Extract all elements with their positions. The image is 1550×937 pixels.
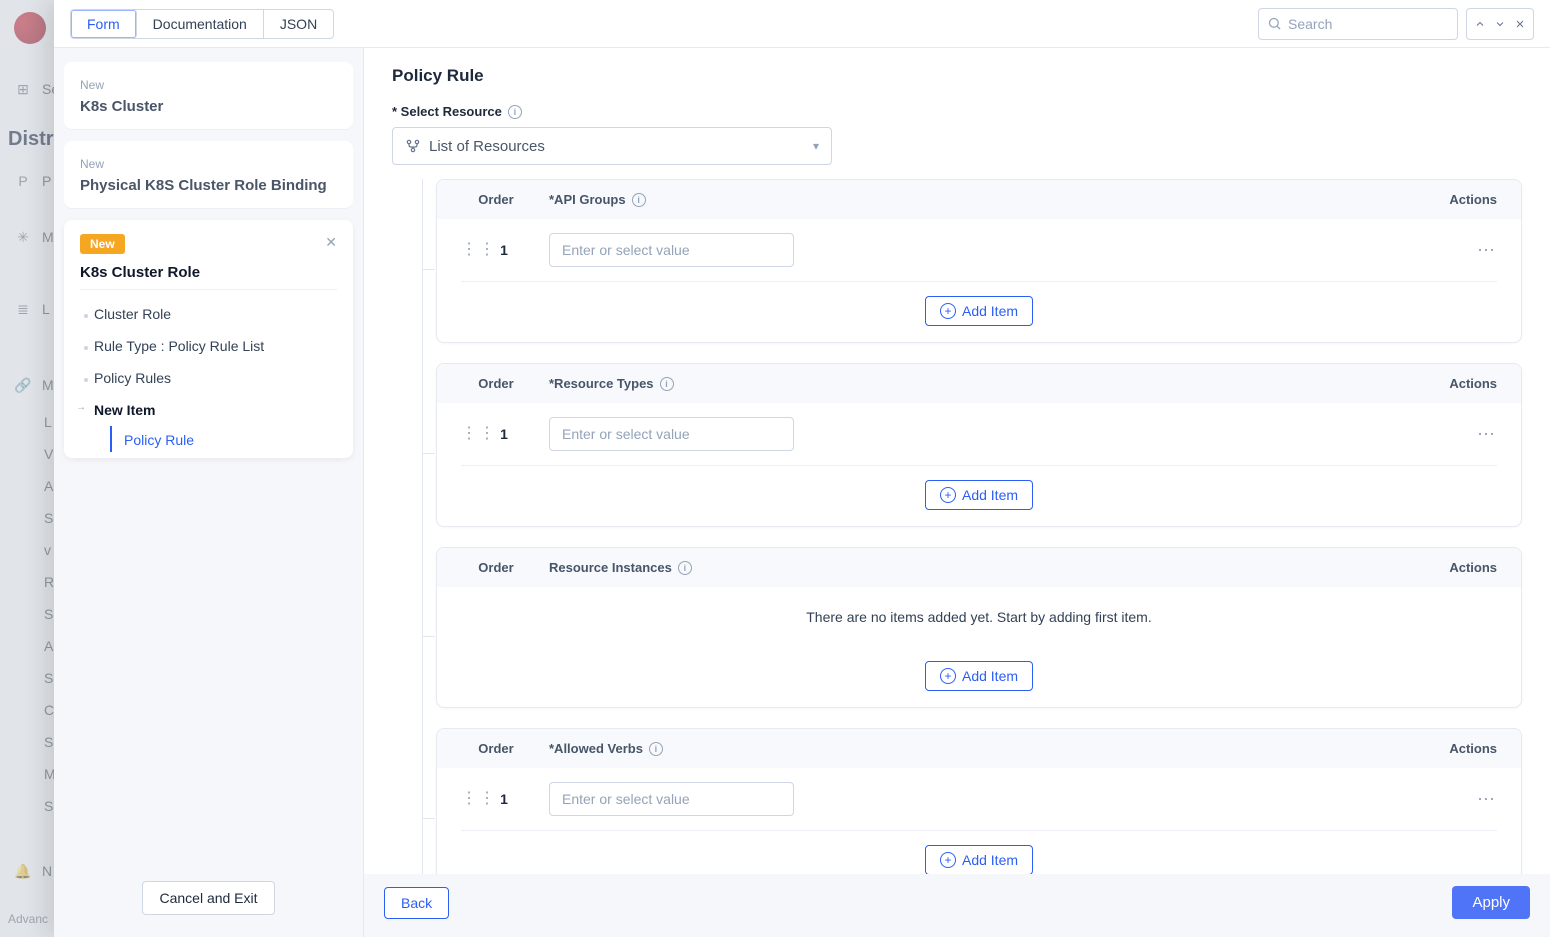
search-close-icon[interactable] xyxy=(1511,15,1529,33)
col-actions: Actions xyxy=(1417,192,1497,207)
col-order: Order xyxy=(461,560,531,575)
topbar: Form Documentation JSON Search xyxy=(54,0,1550,48)
drag-handle-icon[interactable]: ⋮⋮ xyxy=(461,426,477,442)
plus-icon: + xyxy=(940,852,956,868)
api-groups-block: Order *API Groupsi Actions ⋮⋮ 1 ⋯ +A xyxy=(436,179,1522,343)
new-badge: New xyxy=(80,234,125,254)
drag-handle-icon[interactable]: ⋮⋮ xyxy=(461,242,477,258)
col-resource-types: *Resource Types xyxy=(549,376,654,391)
add-item-button[interactable]: +Add Item xyxy=(925,845,1033,874)
search-nav-buttons xyxy=(1466,8,1534,40)
tab-json[interactable]: JSON xyxy=(264,10,333,38)
close-icon[interactable]: ✕ xyxy=(325,234,337,251)
tree-item-rule-type[interactable]: Rule Type : Policy Rule List xyxy=(80,330,337,362)
main-footer: Back Apply xyxy=(364,874,1550,937)
nav-tree: Cluster Role Rule Type : Policy Rule Lis… xyxy=(80,289,337,452)
plus-icon: + xyxy=(940,303,956,319)
apply-button[interactable]: Apply xyxy=(1452,886,1530,919)
back-button[interactable]: Back xyxy=(384,887,449,919)
editor-modal: Form Documentation JSON Search New K8s C xyxy=(54,0,1550,937)
info-icon[interactable]: i xyxy=(678,561,692,575)
order-number: 1 xyxy=(477,791,531,807)
card-title: K8s Cluster Role xyxy=(80,264,337,281)
search-prev-icon[interactable] xyxy=(1471,15,1489,33)
plus-icon: + xyxy=(940,668,956,684)
row-actions-menu-icon[interactable]: ⋯ xyxy=(1477,789,1497,810)
chevron-down-icon: ▾ xyxy=(813,139,819,153)
info-icon[interactable]: i xyxy=(508,105,522,119)
select-resource-label: * Select Resource i xyxy=(392,104,1522,119)
add-item-button[interactable]: +Add Item xyxy=(925,480,1033,510)
table-row: ⋮⋮ 1 ⋯ xyxy=(437,219,1521,281)
col-resource-instances: Resource Instances xyxy=(549,560,672,575)
col-actions: Actions xyxy=(1417,741,1497,756)
col-order: Order xyxy=(461,741,531,756)
search-placeholder: Search xyxy=(1288,16,1332,32)
resource-type-input[interactable] xyxy=(549,417,794,451)
breadcrumb-card-physical-binding[interactable]: New Physical K8S Cluster Role Binding xyxy=(64,141,353,208)
allowed-verbs-block: Order *Allowed Verbs i Actions ⋮⋮ 1 ⋯ xyxy=(436,728,1522,874)
cancel-and-exit-button[interactable]: Cancel and Exit xyxy=(142,881,274,915)
col-allowed-verbs: *Allowed Verbs xyxy=(549,741,643,756)
row-actions-menu-icon[interactable]: ⋯ xyxy=(1477,240,1497,261)
tree-item-cluster-role[interactable]: Cluster Role xyxy=(80,298,337,330)
order-number: 1 xyxy=(477,242,531,258)
plus-icon: + xyxy=(940,487,956,503)
allowed-verb-input[interactable] xyxy=(549,782,794,816)
search-next-icon[interactable] xyxy=(1491,15,1509,33)
col-actions: Actions xyxy=(1417,376,1497,391)
col-api-groups: *API Groups xyxy=(549,192,626,207)
row-actions-menu-icon[interactable]: ⋯ xyxy=(1477,424,1497,445)
col-actions: Actions xyxy=(1417,560,1497,575)
add-item-button[interactable]: +Add Item xyxy=(925,661,1033,691)
info-icon[interactable]: i xyxy=(649,742,663,756)
main-panel: Policy Rule * Select Resource i List of … xyxy=(364,48,1550,937)
info-icon[interactable]: i xyxy=(632,193,646,207)
tree-item-new-item[interactable]: New Item xyxy=(80,394,337,426)
left-panel: New K8s Cluster New Physical K8S Cluster… xyxy=(54,48,364,937)
empty-state-text: There are no items added yet. Start by a… xyxy=(437,587,1521,647)
breadcrumb-card-k8s-cluster[interactable]: New K8s Cluster xyxy=(64,62,353,129)
table-row: ⋮⋮ 1 ⋯ xyxy=(437,403,1521,465)
new-pill: New xyxy=(80,157,104,171)
branch-icon xyxy=(405,138,421,154)
card-title: Physical K8S Cluster Role Binding xyxy=(80,177,337,194)
search-input[interactable]: Search xyxy=(1258,8,1458,40)
add-item-button[interactable]: +Add Item xyxy=(925,296,1033,326)
order-number: 1 xyxy=(477,426,531,442)
tree-subitem-policy-rule[interactable]: Policy Rule xyxy=(110,426,337,452)
api-group-input[interactable] xyxy=(549,233,794,267)
new-pill: New xyxy=(80,78,104,92)
col-order: Order xyxy=(461,376,531,391)
tab-documentation[interactable]: Documentation xyxy=(137,10,264,38)
card-title: K8s Cluster xyxy=(80,98,337,115)
view-tabset: Form Documentation JSON xyxy=(70,9,334,39)
tab-form[interactable]: Form xyxy=(71,10,137,38)
col-order: Order xyxy=(461,192,531,207)
info-icon[interactable]: i xyxy=(660,377,674,391)
resource-instances-block: Order Resource Instances i Actions There … xyxy=(436,547,1522,708)
breadcrumb-card-k8s-cluster-role: New ✕ K8s Cluster Role Cluster Role Rule… xyxy=(64,220,353,458)
resource-types-block: Order *Resource Types i Actions ⋮⋮ 1 ⋯ xyxy=(436,363,1522,527)
page-title: Policy Rule xyxy=(392,66,1522,86)
table-row: ⋮⋮ 1 ⋯ xyxy=(437,768,1521,830)
tree-item-policy-rules[interactable]: Policy Rules xyxy=(80,362,337,394)
select-resource-dropdown[interactable]: List of Resources ▾ xyxy=(392,127,832,165)
select-resource-value: List of Resources xyxy=(429,138,545,155)
search-icon xyxy=(1267,16,1282,31)
drag-handle-icon[interactable]: ⋮⋮ xyxy=(461,791,477,807)
